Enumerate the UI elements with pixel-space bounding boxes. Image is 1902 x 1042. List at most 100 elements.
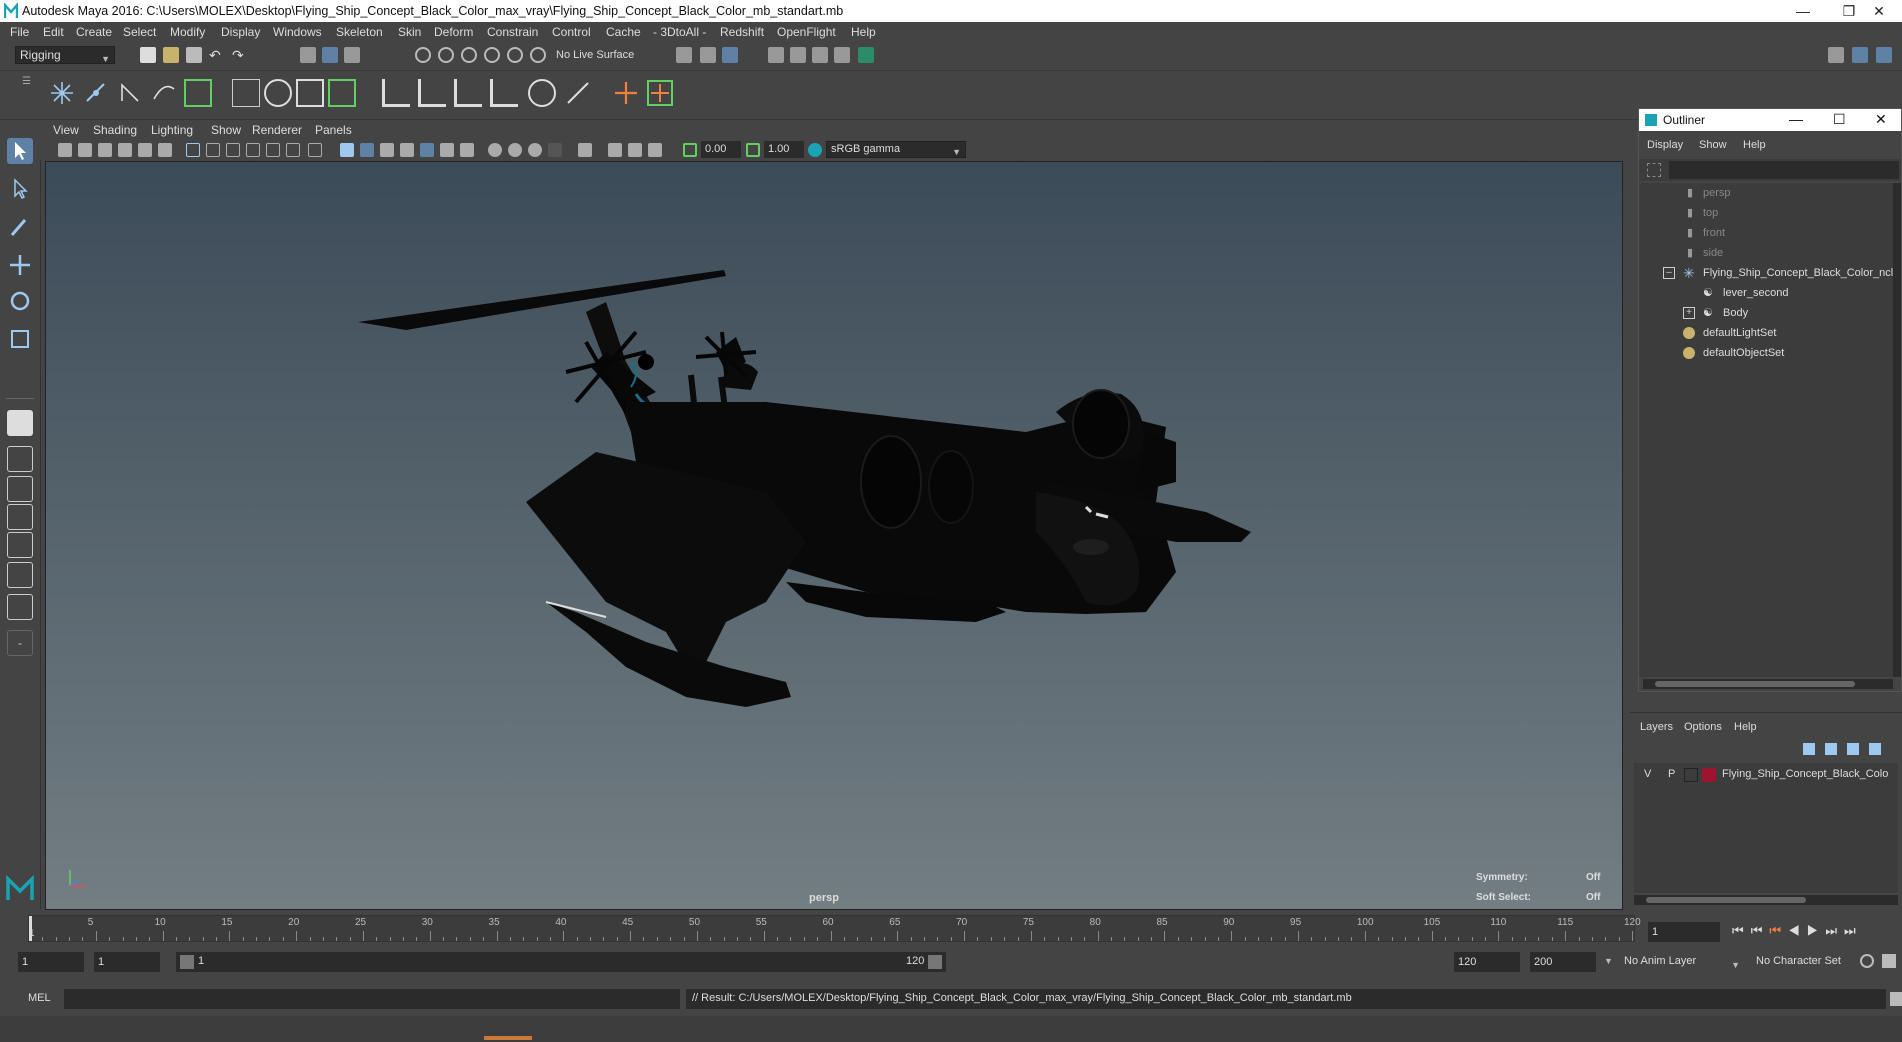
new-scene-icon[interactable] xyxy=(140,47,156,63)
panel-menu-lighting[interactable]: Lighting xyxy=(151,123,193,137)
chevron-down-icon[interactable]: ▼ xyxy=(1604,956,1613,966)
maximize-icon[interactable]: ☐ xyxy=(1833,111,1846,128)
resolution-gate-icon[interactable] xyxy=(226,143,240,157)
persp-graph-icon[interactable] xyxy=(7,504,33,530)
outliner-menu-show[interactable]: Show xyxy=(1699,139,1727,151)
parent-constraint-icon[interactable] xyxy=(564,79,592,107)
new-layer-icon[interactable] xyxy=(1847,743,1859,755)
ipr-icon[interactable] xyxy=(812,47,828,63)
wireframe-icon[interactable] xyxy=(340,143,354,157)
layers-menu-layers[interactable]: Layers xyxy=(1640,721,1673,733)
lasso-tool-icon[interactable] xyxy=(7,176,33,202)
outliner-item-default-object-set[interactable]: defaultObjectSet xyxy=(1639,343,1901,363)
step-back-frame-icon[interactable]: ⏮ xyxy=(1769,923,1788,938)
pole-vector-icon[interactable] xyxy=(528,79,556,107)
menu-redshift[interactable]: Redshift xyxy=(720,25,764,39)
wireframe-on-shaded-icon[interactable] xyxy=(380,143,394,157)
channel-box-icon[interactable] xyxy=(1876,47,1892,63)
single-view-icon[interactable] xyxy=(7,410,33,436)
hypershade-icon[interactable] xyxy=(858,47,874,63)
go-to-start-icon[interactable]: ⏮ xyxy=(1732,923,1751,938)
outliner-item-flying-ship[interactable]: – ✳ Flying_Ship_Concept_Black_Color_ncl xyxy=(1639,263,1901,283)
close-button[interactable]: ✕ xyxy=(1856,0,1902,22)
grid-icon[interactable] xyxy=(186,143,200,157)
snap-point-icon[interactable] xyxy=(461,47,477,63)
color-management-icon[interactable] xyxy=(808,143,822,157)
open-scene-icon[interactable] xyxy=(163,47,179,63)
colorspace-dropdown[interactable]: sRGB gamma ▼ xyxy=(826,141,966,158)
attribute-editor-icon[interactable] xyxy=(1852,47,1868,63)
outliner-item-top[interactable]: ▮ top xyxy=(1639,203,1901,223)
outliner-item-body[interactable]: + ☯ Body xyxy=(1639,303,1901,323)
anim-layer-dropdown[interactable]: No Anim Layer ▼ xyxy=(1620,952,1744,972)
snap-surface-icon[interactable] xyxy=(507,47,523,63)
maya-home-icon[interactable] xyxy=(5,873,35,903)
use-lights-icon[interactable] xyxy=(420,143,434,157)
motion-blur-icon[interactable] xyxy=(548,143,562,157)
menu-skeleton[interactable]: Skeleton xyxy=(336,25,383,39)
blend-shape-icon[interactable] xyxy=(328,79,356,107)
scrollbar-thumb[interactable] xyxy=(1646,897,1806,903)
workspace-icon[interactable] xyxy=(1828,47,1844,63)
ik-spline-icon[interactable] xyxy=(116,79,144,107)
layer-playback-toggle[interactable]: P xyxy=(1668,768,1675,780)
input-ops-icon[interactable] xyxy=(676,47,692,63)
scale-tool-icon[interactable] xyxy=(7,326,33,352)
range-bar[interactable]: 1 120 xyxy=(176,952,946,972)
anim-end-field[interactable]: 200 xyxy=(1530,952,1596,972)
layers-menu-options[interactable]: Options xyxy=(1684,721,1722,733)
panel-menu-renderer[interactable]: Renderer xyxy=(252,123,302,137)
menu-edit[interactable]: Edit xyxy=(43,25,64,39)
panel-menu-shading[interactable]: Shading xyxy=(93,123,137,137)
panel-menu-panels[interactable]: Panels xyxy=(315,123,352,137)
redo-icon[interactable]: ↷ xyxy=(232,47,248,63)
outliner-menu-display[interactable]: Display xyxy=(1647,139,1683,151)
snap-live-icon[interactable] xyxy=(530,47,546,63)
expand-icon[interactable]: + xyxy=(1683,307,1695,319)
auto-key-icon[interactable] xyxy=(1860,954,1874,968)
grease-pencil-icon[interactable] xyxy=(158,143,172,157)
point-constraint-icon[interactable] xyxy=(382,79,410,107)
menu-help[interactable]: Help xyxy=(851,25,876,39)
outliner-item-front[interactable]: ▮ front xyxy=(1639,223,1901,243)
menu-openflight[interactable]: OpenFlight xyxy=(777,25,836,39)
menu-3dtoall[interactable]: - 3DtoAll - xyxy=(653,25,706,39)
panel-menu-view[interactable]: View xyxy=(53,123,79,137)
gamma-field[interactable]: 1.00 xyxy=(764,141,804,158)
play-forwards-icon[interactable]: ▶ xyxy=(1807,923,1826,938)
script-editor-icon[interactable] xyxy=(1890,992,1902,1006)
menu-skin[interactable]: Skin xyxy=(398,25,421,39)
graph-layout-icon[interactable] xyxy=(7,594,33,620)
outliner-item-persp[interactable]: ▮ persp xyxy=(1639,183,1901,203)
snap-curve-icon[interactable] xyxy=(438,47,454,63)
anim-prefs-icon[interactable] xyxy=(1882,954,1896,968)
filter-icon[interactable] xyxy=(1647,163,1661,177)
2d-pan-icon[interactable] xyxy=(138,143,152,157)
layer-color-swatch[interactable] xyxy=(1702,768,1716,782)
outliner-item-lever-second[interactable]: ☯ lever_second xyxy=(1639,283,1901,303)
outliner-vertical-scrollbar[interactable] xyxy=(1893,183,1901,677)
ik-handle-icon[interactable] xyxy=(82,79,110,107)
minimize-icon[interactable]: — xyxy=(1789,111,1803,127)
xray-components-icon[interactable] xyxy=(528,143,542,157)
film-gate-icon[interactable] xyxy=(206,143,220,157)
collapse-icon[interactable]: – xyxy=(1663,267,1675,279)
orient-constraint-icon[interactable] xyxy=(454,79,482,107)
range-end-handle[interactable] xyxy=(928,955,942,969)
character-set-dropdown[interactable]: No Character Set xyxy=(1752,952,1848,972)
ipr-render-icon[interactable] xyxy=(790,47,806,63)
scale-constraint-icon[interactable] xyxy=(490,79,518,107)
shelf-menu-icon[interactable]: ☰ xyxy=(22,76,31,87)
undo-icon[interactable]: ↶ xyxy=(209,47,225,63)
layer-display-type[interactable] xyxy=(1684,768,1698,782)
anim-start-field[interactable]: 1 xyxy=(18,952,84,972)
layers-menu-help[interactable]: Help xyxy=(1734,721,1757,733)
menu-windows[interactable]: Windows xyxy=(273,25,322,39)
exposure-icon[interactable] xyxy=(683,143,697,157)
snap-grid-icon[interactable] xyxy=(415,47,431,63)
paint-select-icon[interactable] xyxy=(7,214,33,240)
menu-constrain[interactable]: Constrain xyxy=(487,25,538,39)
select-object-icon[interactable] xyxy=(322,47,338,63)
lattice-icon[interactable] xyxy=(232,79,260,107)
bind-skin-icon[interactable] xyxy=(184,79,212,107)
